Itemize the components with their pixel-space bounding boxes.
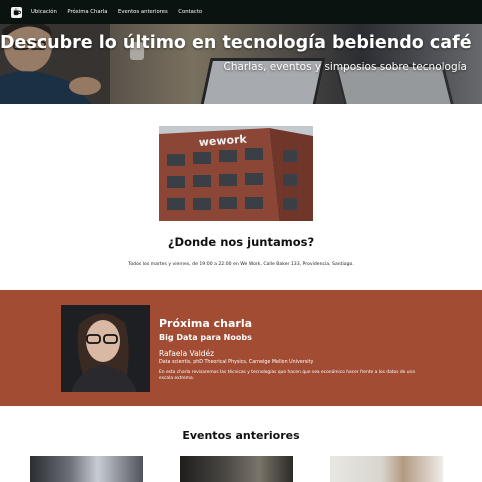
nav-link-ubicacion[interactable]: Ubicación: [31, 9, 57, 15]
past-event-card-3[interactable]: [330, 456, 443, 482]
hero-title: Descubre lo último en tecnología bebiend…: [0, 33, 472, 53]
nav-link-proxima-charla[interactable]: Próxima Charla: [67, 9, 107, 15]
speaker-name: Rafaela Valdéz: [159, 349, 215, 358]
next-talk-section: Próxima charla Big Data para Noobs Rafae…: [0, 290, 482, 406]
past-event-card-1[interactable]: [30, 456, 143, 482]
navbar: Ubicación Próxima Charla Eventos anterio…: [0, 0, 482, 24]
talk-title: Big Data para Noobs: [159, 333, 252, 342]
hero-banner: Descubre lo último en tecnología bebiend…: [0, 24, 482, 104]
talk-description: En esta charla revisaremos las técnicas …: [159, 370, 415, 382]
nav-link-contacto[interactable]: Contacto: [178, 9, 202, 15]
past-event-card-2[interactable]: [180, 456, 293, 482]
speaker-photo: [61, 305, 150, 392]
next-talk-heading: Próxima charla: [159, 317, 253, 330]
nav-link-eventos-anteriores[interactable]: Eventos anteriores: [118, 9, 168, 15]
location-title: ¿Donde nos juntamos?: [167, 235, 315, 249]
location-text: Todos los martes y viernes, de 19:00 a 2…: [128, 262, 354, 267]
location-photo: wework: [159, 126, 313, 221]
past-events-title: Eventos anteriores: [182, 429, 300, 442]
speaker-role: Data scientis, phD Theorical Physics, Ca…: [159, 360, 314, 365]
hero-subtitle: Charlas, eventos y simposios sobre tecno…: [223, 61, 467, 73]
coffee-cup-icon[interactable]: [11, 6, 22, 18]
